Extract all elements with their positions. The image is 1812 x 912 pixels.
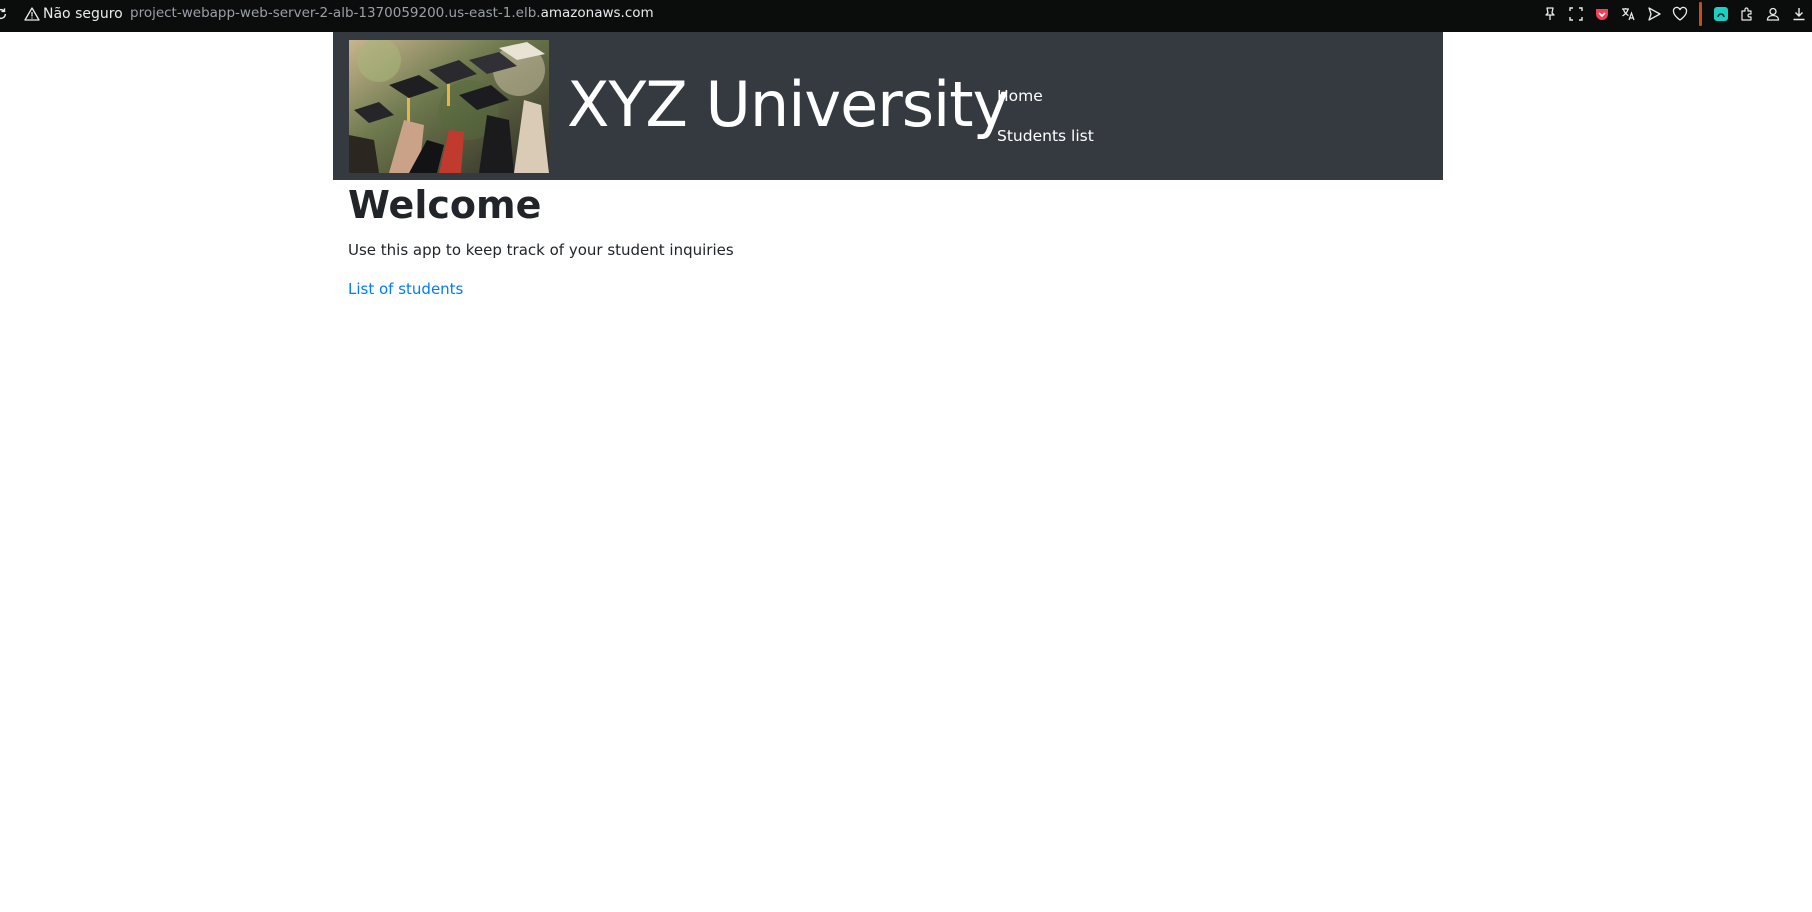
url-path: project-webapp-web-server-2-alb-13700592… — [130, 5, 541, 21]
pocket-icon[interactable] — [1594, 6, 1610, 22]
site-title: XYZ University — [567, 68, 1009, 141]
screenshot-icon[interactable] — [1568, 6, 1584, 22]
site-header: XYZ University Home Students list — [333, 32, 1443, 180]
page-title: Welcome — [348, 183, 542, 227]
main-nav: Home Students list — [997, 76, 1094, 156]
profile-icon[interactable] — [1765, 6, 1781, 22]
send-icon[interactable] — [1646, 6, 1662, 22]
pin-icon[interactable] — [1542, 6, 1558, 22]
heart-icon[interactable] — [1672, 6, 1688, 22]
warning-icon — [24, 6, 40, 22]
banner-image — [349, 40, 549, 173]
address-bar[interactable]: project-webapp-web-server-2-alb-13700592… — [130, 5, 654, 21]
extension-app-icon[interactable] — [1713, 6, 1729, 22]
url-host: amazonaws.com — [540, 5, 654, 21]
nav-students-list-link[interactable]: Students list — [997, 116, 1094, 156]
main-content: Welcome Use this app to keep track of yo… — [348, 182, 1428, 300]
toolbar-icons — [1537, 2, 1812, 26]
nav-home-link[interactable]: Home — [997, 76, 1094, 116]
download-icon[interactable] — [1791, 6, 1807, 22]
toolbar-separator — [1699, 2, 1702, 26]
list-of-students-link[interactable]: List of students — [348, 278, 463, 300]
reload-icon[interactable] — [0, 6, 8, 20]
browser-toolbar: Não seguro project-webapp-web-server-2-a… — [0, 0, 1812, 32]
translate-icon[interactable] — [1620, 6, 1636, 22]
intro-text: Use this app to keep track of your stude… — [348, 241, 734, 259]
security-label: Não seguro — [43, 6, 123, 22]
graduation-photo-icon — [349, 40, 549, 173]
security-indicator[interactable]: Não seguro — [24, 4, 123, 24]
puzzle-icon[interactable] — [1739, 6, 1755, 22]
